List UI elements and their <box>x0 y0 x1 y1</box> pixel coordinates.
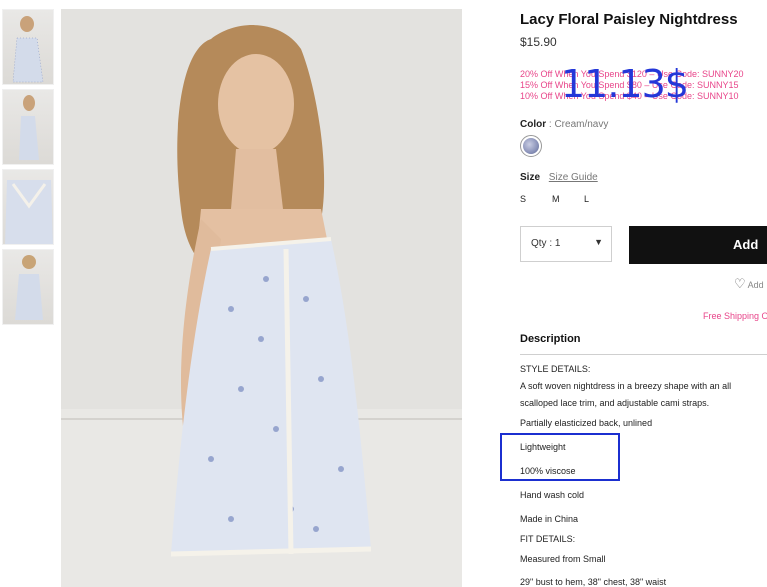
free-shipping-link[interactable]: Free Shipping O <box>703 311 767 321</box>
quantity-label: Qty : 1 <box>531 238 561 249</box>
description-line: Made in China <box>520 514 579 524</box>
model-thumbnail-image <box>15 255 43 320</box>
size-row: Size Size Guide <box>520 172 598 183</box>
size-options: SML <box>520 194 616 204</box>
quantity-select[interactable]: Qty : 1 ▼ <box>520 226 612 262</box>
thumbnail-list <box>2 9 54 329</box>
model-photo <box>61 9 462 587</box>
heart-icon: ♡ <box>734 276 746 291</box>
color-swatch[interactable] <box>520 135 542 157</box>
add-to-bag-button[interactable]: Add <box>629 226 767 264</box>
product-price: $15.90 <box>520 35 557 49</box>
thumbnail-side[interactable] <box>2 89 54 165</box>
swatch-fill <box>523 138 539 154</box>
description-heading: Description <box>520 333 581 345</box>
wishlist-link[interactable]: ♡ Add <box>734 276 764 292</box>
main-product-image[interactable] <box>61 9 462 587</box>
description-line: 29" bust to hem, 38" chest, 38" waist <box>520 577 667 587</box>
description-line: scalloped lace trim, and adjustable cami… <box>520 398 710 408</box>
thumbnail-back[interactable] <box>2 249 54 325</box>
thumbnail-detail[interactable] <box>2 169 54 245</box>
size-option-s[interactable]: S <box>520 194 552 204</box>
wishlist-label: Add <box>747 280 764 290</box>
size-label: Size <box>520 172 541 183</box>
description-line: FIT DETAILS: <box>520 534 576 544</box>
color-row: Color : Cream/navy <box>520 119 608 130</box>
color-value: Cream/navy <box>554 119 609 130</box>
description-line: STYLE DETAILS: <box>520 364 591 374</box>
description-line: A soft woven nightdress in a breezy shap… <box>520 381 732 391</box>
description-divider <box>520 354 767 355</box>
size-option-l[interactable]: L <box>584 194 616 204</box>
description-line: Hand wash cold <box>520 490 585 500</box>
model-thumbnail-image <box>19 95 39 160</box>
size-option-m[interactable]: M <box>552 194 584 204</box>
model-thumbnail-image <box>12 16 44 83</box>
model-thumbnail-image <box>5 180 53 244</box>
description-line: Measured from Small <box>520 554 606 564</box>
description-line: Partially elasticized back, unlined <box>520 418 653 428</box>
color-label: Color <box>520 119 547 130</box>
annotated-price-overlay: 11.13$ <box>561 62 689 106</box>
product-title: Lacy Floral Paisley Nightdress <box>520 11 738 28</box>
color-separator: : <box>548 119 552 130</box>
caret-down-icon: ▼ <box>594 237 603 247</box>
thumbnail-front[interactable] <box>2 9 54 85</box>
size-guide-link[interactable]: Size Guide <box>549 172 598 183</box>
highlight-annotation-box <box>500 433 620 481</box>
